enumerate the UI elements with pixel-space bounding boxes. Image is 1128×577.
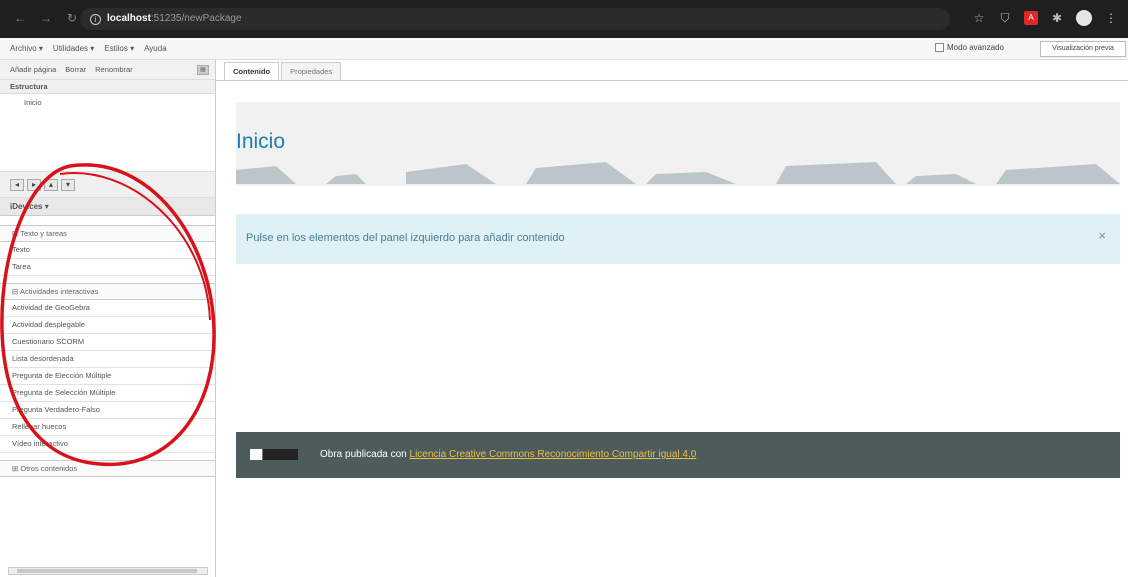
url-host: localhost <box>107 13 151 24</box>
move-right-icon[interactable]: ▸ <box>27 178 41 191</box>
advanced-mode-label: Modo avanzado <box>947 43 1004 52</box>
idevice-item[interactable]: Pregunta de Elección Múltiple <box>0 368 215 385</box>
idevice-item[interactable]: Lista desordenada <box>0 351 215 368</box>
puzzle-icon[interactable]: ✱ <box>1050 11 1064 25</box>
horizontal-scrollbar[interactable] <box>8 567 208 575</box>
star-icon[interactable]: ☆ <box>972 11 986 25</box>
close-icon[interactable]: × <box>1098 228 1106 243</box>
info-alert: Pulse en los elementos del panel izquier… <box>236 214 1120 264</box>
shield-extension-icon[interactable]: ⛉ <box>998 11 1012 25</box>
add-page-button[interactable]: Añadir página <box>10 65 56 74</box>
menu-item-3[interactable]: Ayuda <box>144 44 167 53</box>
advanced-mode-checkbox[interactable] <box>935 43 944 52</box>
idevice-item[interactable]: Pregunta de Selección Múltiple <box>0 385 215 402</box>
idevice-list: ⊟ Texto y tareas Texto Tarea ⊟ Actividades … <box>0 225 215 477</box>
license-link[interactable]: Licencia Creative Commons Reconocimiento… <box>410 449 697 460</box>
extension-icons: ☆ ⛉ A ✱ ⋮ <box>972 10 1118 26</box>
idevice-item[interactable]: Cuestionario SCORM <box>0 334 215 351</box>
advanced-mode[interactable]: Modo avanzado <box>935 43 1004 52</box>
hint-text: Pulse en los elementos del panel izquier… <box>246 232 565 244</box>
tree-node-inicio[interactable]: Inicio <box>24 98 215 107</box>
move-left-icon[interactable]: ◂ <box>10 178 24 191</box>
header-decoration <box>236 162 1120 184</box>
url-path: /newPackage <box>181 13 242 24</box>
rename-button[interactable]: Renombrar <box>95 65 133 74</box>
content-tabs: Contenido Propiedades <box>224 62 342 80</box>
footer-text: Obra publicada con Licencia Creative Com… <box>320 449 697 460</box>
move-up-icon[interactable]: ▴ <box>44 178 58 191</box>
info-icon[interactable]: i <box>90 14 101 25</box>
delete-button[interactable]: Borrar <box>65 65 86 74</box>
idevice-item[interactable]: Pregunta Verdadero-Falso <box>0 402 215 419</box>
idevice-item[interactable]: Vídeo interactivo <box>0 436 215 453</box>
structure-tree: Inicio <box>0 94 215 172</box>
preview-button[interactable]: Visualización previa <box>1040 41 1126 57</box>
pdf-extension-icon[interactable]: A <box>1024 11 1038 25</box>
structure-toolbar: Añadir página Borrar Renombrar ▤ <box>0 60 215 80</box>
license-footer: Obra publicada con Licencia Creative Com… <box>236 432 1120 478</box>
menu-list: Archivo ▾ Utilidades ▾ Estilos ▾ Ayuda <box>10 44 167 53</box>
url-port: :51235 <box>150 13 182 24</box>
idevice-item[interactable]: Tarea <box>0 259 215 276</box>
left-panel: Añadir página Borrar Renombrar ▤ Estruct… <box>0 60 216 577</box>
creative-commons-badge-icon <box>250 449 298 460</box>
back-icon[interactable]: ← <box>14 11 26 25</box>
page-title: Inicio <box>236 130 286 153</box>
tab-propiedades[interactable]: Propiedades <box>281 62 342 80</box>
avatar[interactable] <box>1076 10 1092 26</box>
menu-item-2[interactable]: Estilos ▾ <box>104 44 134 53</box>
app-menubar: Archivo ▾ Utilidades ▾ Estilos ▾ Ayuda Modo… <box>0 38 1128 60</box>
page-header: Inicio <box>236 102 1120 186</box>
tab-contenido[interactable]: Contenido <box>224 62 280 80</box>
structure-title: Estructura <box>0 80 215 94</box>
browser-toolbar: ← → ↻ i localhost:51235/newPackage ☆ ⛉ A … <box>0 0 1128 38</box>
menu-dots-icon[interactable]: ⋮ <box>1104 11 1118 25</box>
idevice-item[interactable]: Actividad desplegable <box>0 317 215 334</box>
forward-icon[interactable]: → <box>40 11 52 25</box>
reorder-controls: ◂ ▸ ▴ ▾ <box>0 172 215 198</box>
nav-buttons: ← → ↻ <box>14 11 78 25</box>
idevice-item[interactable]: Actividad de GeoGebra <box>0 300 215 317</box>
move-down-icon[interactable]: ▾ <box>61 178 75 191</box>
menu-item-1[interactable]: Utilidades ▾ <box>53 44 94 53</box>
address-bar[interactable]: i localhost:51235/newPackage <box>80 8 950 30</box>
idevice-category-2[interactable]: ⊞ Otros contenidos <box>0 460 215 477</box>
idevice-item[interactable]: Rellenar huecos <box>0 419 215 436</box>
idevices-title[interactable]: iDevices ▾ <box>0 198 215 216</box>
idevice-category-1[interactable]: ⊟ Actividades interactivas <box>0 283 215 300</box>
idevice-item[interactable]: Texto <box>0 242 215 259</box>
panel-toggle-icon[interactable]: ▤ <box>197 64 209 75</box>
menu-item-0[interactable]: Archivo ▾ <box>10 44 43 53</box>
reload-icon[interactable]: ↻ <box>66 11 78 25</box>
idevice-category-0[interactable]: ⊟ Texto y tareas <box>0 225 215 242</box>
